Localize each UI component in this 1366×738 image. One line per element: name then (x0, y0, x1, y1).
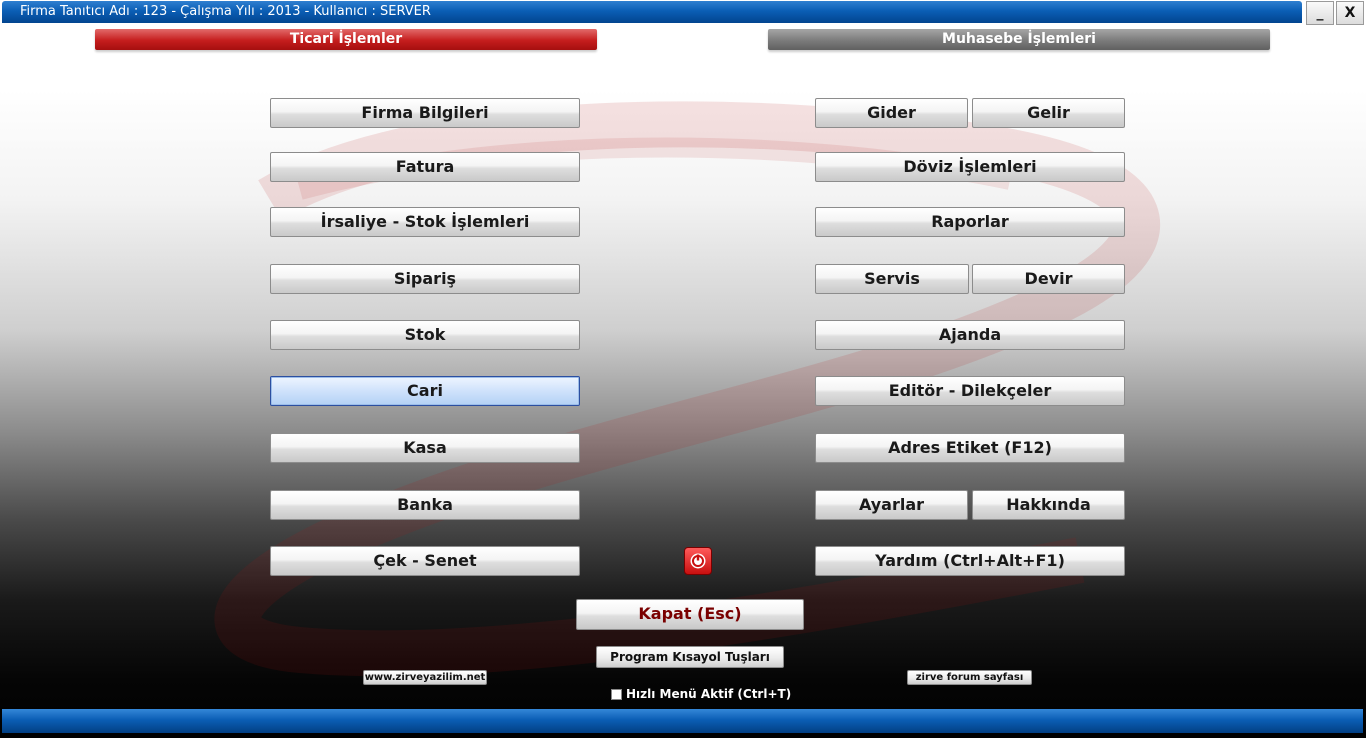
ticari-islemler-header: Ticari İşlemler (95, 29, 597, 50)
hakkinda-button[interactable]: Hakkında (972, 490, 1125, 520)
quick-menu-toggle[interactable]: Hızlı Menü Aktif (Ctrl+T) (611, 687, 791, 701)
stok-button[interactable]: Stok (270, 320, 580, 350)
minimize-button[interactable]: _ (1306, 1, 1334, 25)
quick-menu-label: Hızlı Menü Aktif (Ctrl+T) (626, 687, 792, 701)
cek-senet-button[interactable]: Çek - Senet (270, 546, 580, 576)
window-title: Firma Tanıtıcı Adı : 123 - Çalışma Yılı … (20, 4, 431, 19)
siparis-button[interactable]: Sipariş (270, 264, 580, 294)
devir-button[interactable]: Devir (972, 264, 1125, 294)
power-icon[interactable] (684, 547, 712, 575)
close-window-button[interactable]: X (1336, 1, 1364, 25)
kapat-button[interactable]: Kapat (Esc) (576, 599, 804, 630)
ajanda-button[interactable]: Ajanda (815, 320, 1125, 350)
ayarlar-button[interactable]: Ayarlar (815, 490, 968, 520)
banka-button[interactable]: Banka (270, 490, 580, 520)
adres-etiket-button[interactable]: Adres Etiket (F12) (815, 433, 1125, 463)
firma-bilgileri-button[interactable]: Firma Bilgileri (270, 98, 580, 128)
quick-menu-checkbox[interactable] (611, 688, 622, 700)
website-link-button[interactable]: www.zirveyazilim.net (363, 670, 487, 685)
title-bar: Firma Tanıtıcı Adı : 123 - Çalışma Yılı … (2, 1, 1302, 23)
editor-dilekceler-button[interactable]: Editör - Dilekçeler (815, 376, 1125, 406)
doviz-islemleri-button[interactable]: Döviz İşlemleri (815, 152, 1125, 182)
power-symbol-icon (690, 553, 706, 569)
fatura-button[interactable]: Fatura (270, 152, 580, 182)
raporlar-button[interactable]: Raporlar (815, 207, 1125, 237)
kasa-button[interactable]: Kasa (270, 433, 580, 463)
yardim-button[interactable]: Yardım (Ctrl+Alt+F1) (815, 546, 1125, 576)
gider-button[interactable]: Gider (815, 98, 968, 128)
status-bar (2, 709, 1363, 733)
gelir-button[interactable]: Gelir (972, 98, 1125, 128)
kisayol-tuslari-button[interactable]: Program Kısayol Tuşları (596, 646, 784, 668)
muhasebe-islemleri-header: Muhasebe İşlemleri (768, 29, 1270, 50)
irsaliye-stok-button[interactable]: İrsaliye - Stok İşlemleri (270, 207, 580, 237)
forum-link-button[interactable]: zirve forum sayfası (907, 670, 1032, 685)
cari-button[interactable]: Cari (270, 376, 580, 406)
servis-button[interactable]: Servis (815, 264, 969, 294)
